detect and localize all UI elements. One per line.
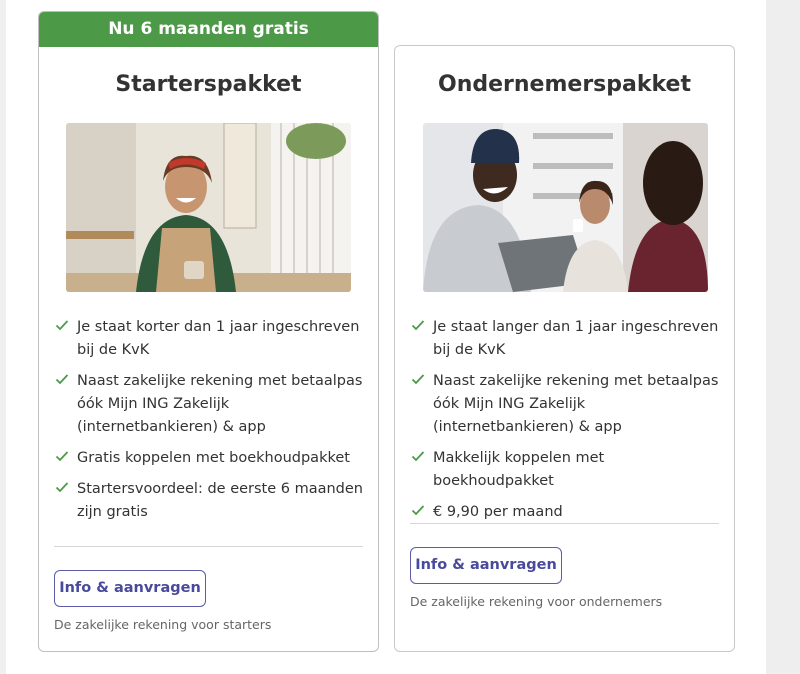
feature-text: Startersvoordeel: de eerste 6 maanden zi… [77,481,363,520]
divider [54,546,363,547]
card-subtext: De zakelijke rekening voor ondernemers [410,594,663,609]
feature-text: Makkelijk koppelen met boekhoudpakket [433,450,605,489]
feature-item: Naast zakelijke rekening met betaalpas ó… [53,370,363,439]
ondernemer-photo [423,123,708,292]
feature-text: Naast zakelijke rekening met betaalpas ó… [77,373,363,435]
feature-text: Je staat korter dan 1 jaar ingeschreven … [77,319,360,358]
feature-text: Je staat langer dan 1 jaar ingeschreven … [433,319,719,358]
feature-item: Naast zakelijke rekening met betaalpas ó… [409,370,719,439]
divider [410,523,719,524]
card-title: Ondernemerspakket [438,72,691,97]
info-aanvragen-button[interactable]: Info & aanvragen [410,547,562,584]
checkmark-icon [411,451,425,462]
card-title: Starterspakket [115,72,302,97]
feature-item: Je staat langer dan 1 jaar ingeschreven … [409,316,719,362]
feature-list: Je staat korter dan 1 jaar ingeschreven … [53,316,363,532]
feature-text: Naast zakelijke rekening met betaalpas ó… [433,373,719,435]
checkmark-icon [55,320,69,331]
feature-text: € 9,90 per maand [433,504,563,520]
starter-photo [66,123,351,292]
feature-list: Je staat langer dan 1 jaar ingeschreven … [409,316,719,532]
ondernemerspakket-card: Ondernemerspakket Je staat langer dan 1 … [394,45,735,652]
checkmark-icon [411,374,425,385]
feature-item: Startersvoordeel: de eerste 6 maanden zi… [53,478,363,524]
checkmark-icon [55,451,69,462]
info-aanvragen-button[interactable]: Info & aanvragen [54,570,206,607]
feature-text: Gratis koppelen met boekhoudpakket [77,450,350,466]
feature-item: Je staat korter dan 1 jaar ingeschreven … [53,316,363,362]
checkmark-icon [55,482,69,493]
feature-item: Makkelijk koppelen met boekhoudpakket [409,447,719,493]
card-subtext: De zakelijke rekening voor starters [54,617,272,632]
feature-item: Gratis koppelen met boekhoudpakket [53,447,363,470]
starterspakket-card: Nu 6 maanden gratis Starterspakket Je st… [38,11,379,652]
checkmark-icon [411,320,425,331]
checkmark-icon [411,505,425,516]
promo-badge: Nu 6 maanden gratis [39,12,378,47]
feature-item: € 9,90 per maand [409,501,719,524]
side-gutter [766,0,800,674]
checkmark-icon [55,374,69,385]
